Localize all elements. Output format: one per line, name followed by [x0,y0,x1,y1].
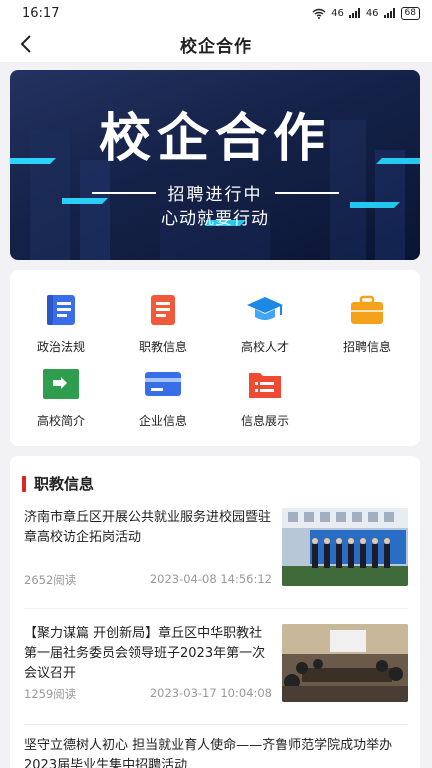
menu-label: 高校简介 [36,414,85,428]
divider [24,724,408,725]
news-meta: 2652阅读 2023-04-08 14:56:12 [24,572,272,588]
menu-item-info-display[interactable]: 信息展示 [214,364,316,429]
document-icon [143,290,183,330]
page-title: 校企合作 [180,36,252,57]
battery-icon: 68 [400,6,420,20]
menu-label: 职教信息 [138,340,187,354]
menu-label: 信息展示 [240,414,289,428]
menu-label: 高校人才 [240,340,289,354]
banner-line-right [274,191,339,194]
briefcase-icon [347,290,387,330]
signal-label-2: 46 [365,7,379,19]
menu-item-vocational-info[interactable]: 职教信息 [112,290,214,355]
news-thumbnail [282,624,408,702]
news-title: 【聚力谋篇 开创新局】章丘区中华职教社第一届社务委员会领导班子2023年第一次会… [24,626,266,681]
wifi-icon [312,8,326,19]
banner-subtitle-row: 招聘进行中 [10,180,420,205]
menu-label: 企业信息 [138,414,187,428]
news-item-title[interactable]: 坚守立德树人初心 担当就业育人使命——齐鲁师范学院成功举办2023届毕业生集中招… [24,736,408,768]
status-icons: 46 46 68 [312,6,420,20]
news-item[interactable]: 【聚力谋篇 开创新局】章丘区中华职教社第一届社务委员会领导班子2023年第一次会… [24,624,408,714]
signal-icon-2 [383,8,395,18]
folder-icon [41,364,81,404]
list-folder-icon [245,364,285,404]
section-header: 职教信息 [22,473,94,494]
menu-item-university-talent[interactable]: 高校人才 [214,290,316,355]
menu-label: 政治法规 [36,340,85,354]
banner-subtitle: 招聘进行中 [167,185,263,205]
banner[interactable]: 校企合作 招聘进行中 心动就要行动 [10,70,420,260]
news-item[interactable]: 济南市章丘区开展公共就业服务进校园暨驻章高校访企拓岗活动 2652阅读 2023… [24,508,408,598]
card-icon [143,364,183,404]
news-meta: 1259阅读 2023-03-17 10:04:08 [24,686,272,702]
status-bar: 16:17 46 46 68 [0,0,432,26]
menu-card: 政治法规 职教信息 高校人才 招聘信息 高校简介 企业信息 信息展示 [10,270,420,446]
nav-bar: 校企合作 [0,26,432,62]
menu-item-recruitment-info[interactable]: 招聘信息 [316,290,418,355]
graduation-cap-icon [245,290,285,330]
banner-line-left [91,191,156,194]
banner-title: 校企合作 [98,108,331,169]
signal-label: 46 [331,7,344,19]
status-time: 16:17 [22,5,60,21]
section-title: 职教信息 [34,475,95,493]
banner-tagline: 心动就要行动 [161,209,269,229]
divider [24,608,408,609]
book-icon [41,290,81,330]
back-button[interactable] [14,32,38,56]
menu-item-politics-regulations[interactable]: 政治法规 [10,290,112,355]
news-thumbnail [282,508,408,586]
news-reads: 2652阅读 [24,573,77,587]
news-card: 职教信息 济南市章丘区开展公共就业服务进校园暨驻章高校访企拓岗活动 2652阅读… [10,456,420,768]
news-reads: 1259阅读 [24,687,77,701]
section-accent-bar [22,475,26,492]
news-title: 济南市章丘区开展公共就业服务进校园暨驻章高校访企拓岗活动 [24,510,272,545]
menu-item-university-intro[interactable]: 高校简介 [10,364,112,429]
news-date: 2023-03-17 10:04:08 [149,686,272,700]
signal-icon [348,8,360,18]
menu-label: 招聘信息 [342,340,391,354]
back-arrow-icon [20,35,31,53]
news-date: 2023-04-08 14:56:12 [149,572,272,586]
menu-item-enterprise-info[interactable]: 企业信息 [112,364,214,429]
